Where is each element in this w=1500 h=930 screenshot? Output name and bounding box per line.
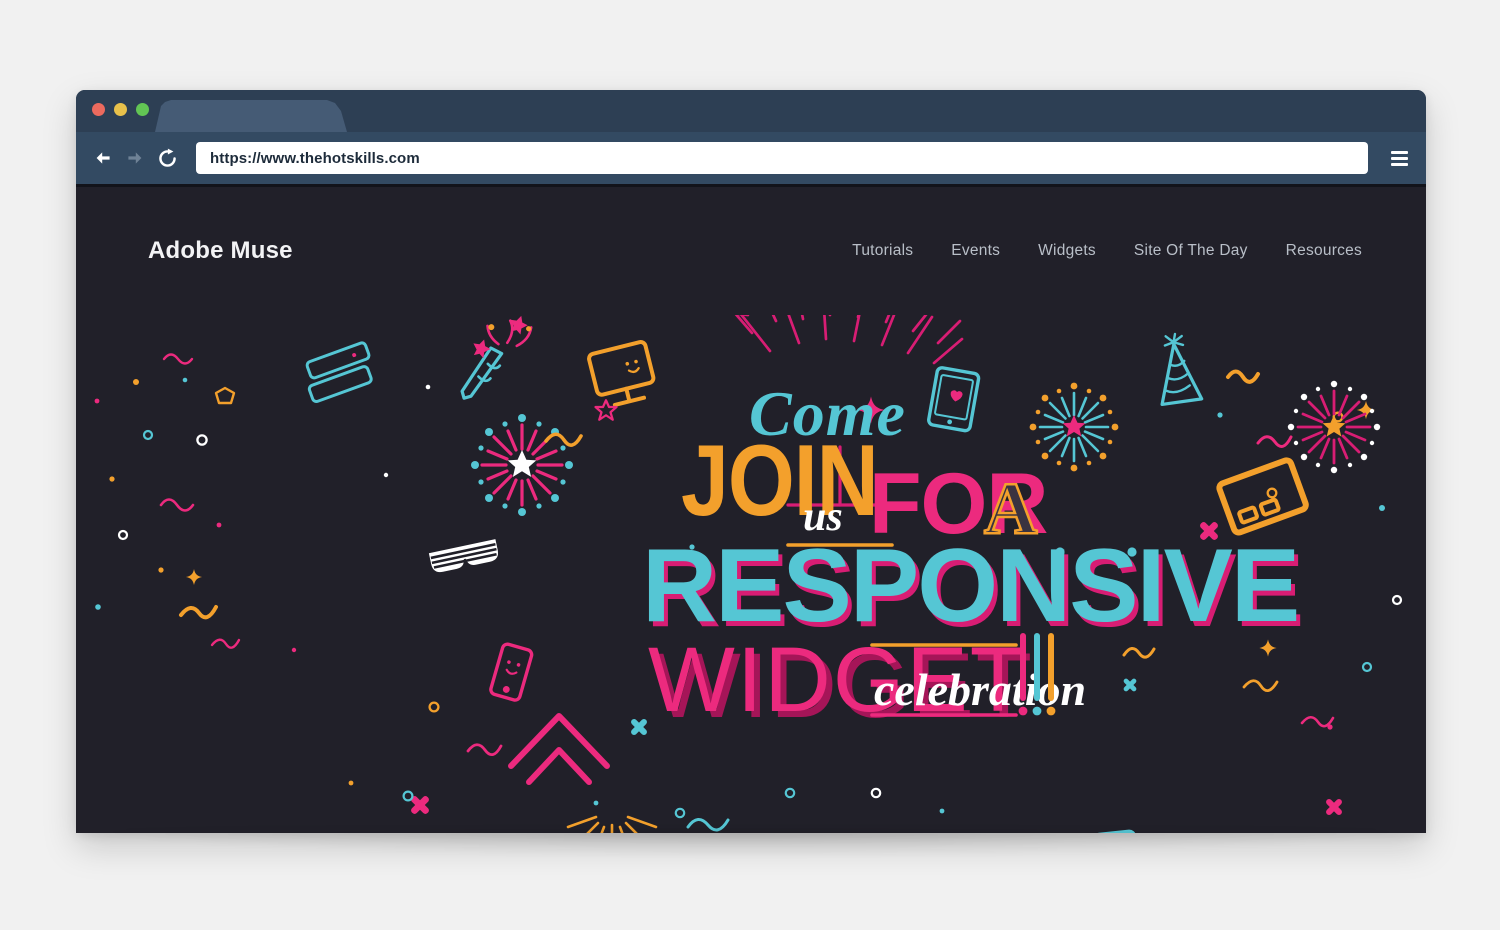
hero-join-text: JOIN — [681, 423, 878, 536]
nav-link-site-of-the-day[interactable]: Site Of The Day — [1134, 242, 1248, 260]
shutter-shades-icon-white — [428, 539, 500, 574]
minimize-window-button[interactable] — [114, 103, 127, 116]
forward-icon[interactable] — [120, 143, 150, 173]
starburst-pink-left — [469, 412, 575, 518]
monitor-icon-orange — [587, 340, 656, 407]
nav-links: Tutorials Events Widgets Site Of The Day… — [852, 242, 1362, 260]
window-controls — [92, 103, 149, 116]
back-icon[interactable] — [88, 143, 118, 173]
window-drop-shadow — [108, 830, 1394, 856]
hero-artwork: .tl { fill: #55c6d4; } .pk { fill: #ec2a… — [76, 315, 1426, 833]
page-viewport: Adobe Muse Tutorials Events Widgets Site… — [76, 184, 1426, 833]
hero-responsive-text: RESPONSIVE — [642, 528, 1298, 644]
reload-icon[interactable] — [152, 143, 182, 173]
nav-link-resources[interactable]: Resources — [1286, 242, 1362, 260]
sunburst-rays — [734, 315, 964, 365]
burst-orange-bottom — [566, 815, 658, 833]
menu-bar-3 — [1390, 162, 1408, 166]
film-strip-icon-orange — [1216, 457, 1309, 536]
confetti-left — [94, 353, 241, 649]
chevron-icon-pink — [508, 713, 610, 785]
site-navigation: Adobe Muse Tutorials Events Widgets Site… — [76, 187, 1426, 315]
address-bar[interactable]: https://www.thehotskills.com — [196, 142, 1368, 174]
menu-bar-2 — [1390, 156, 1408, 160]
site-logo[interactable]: Adobe Muse — [148, 237, 293, 265]
browser-tab-active[interactable] — [155, 100, 347, 132]
nav-link-tutorials[interactable]: Tutorials — [852, 242, 913, 260]
browser-toolbar: https://www.thehotskills.com — [76, 132, 1426, 184]
star-icon-pink-small — [594, 399, 618, 421]
nav-link-events[interactable]: Events — [951, 242, 1000, 260]
teal-bars-icon — [305, 341, 373, 404]
address-bar-text: https://www.thehotskills.com — [210, 149, 420, 167]
menu-bar-1 — [1390, 150, 1408, 154]
phone-icon-pink — [489, 642, 534, 702]
close-window-button[interactable] — [92, 103, 105, 116]
screenshot-stage: https://www.thehotskills.com Adobe Muse … — [0, 0, 1500, 930]
hamburger-menu-icon[interactable] — [1382, 141, 1416, 175]
tablet-icon-teal-lower — [1092, 829, 1141, 833]
browser-titlebar — [76, 90, 1426, 132]
maximize-window-button[interactable] — [136, 103, 149, 116]
hero-celebration-text: celebration — [874, 664, 1086, 715]
starburst-magenta-right — [1286, 379, 1382, 475]
browser-window: https://www.thehotskills.com Adobe Muse … — [76, 90, 1426, 833]
nav-link-widgets[interactable]: Widgets — [1038, 242, 1096, 260]
tablet-icon-teal — [927, 366, 981, 433]
party-popper-icon-teal — [460, 315, 533, 400]
party-hat-icon-teal — [1160, 332, 1204, 407]
